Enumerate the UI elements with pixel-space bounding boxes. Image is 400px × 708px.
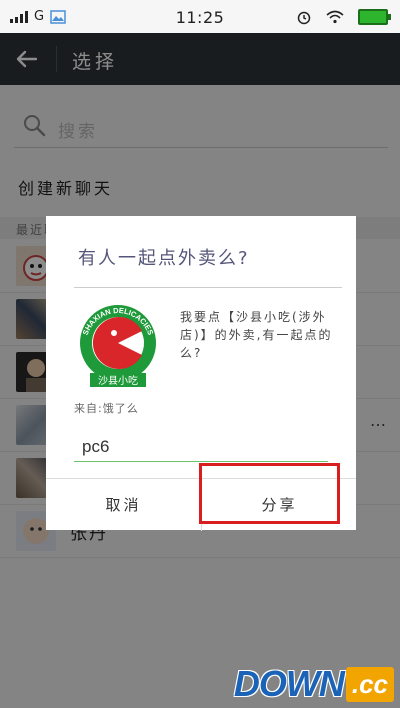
logo-text-bottom: 沙县小吃 <box>98 374 138 387</box>
share-description: 我要点【沙县小吃(涉外店)】的外卖,有一起点的么? <box>180 310 333 360</box>
dialog-title: 有人一起点外卖么? <box>78 248 250 269</box>
shaxian-logo: SHAXIAN DELICACIES 沙县小吃 <box>74 301 162 389</box>
wifi-icon <box>326 10 344 24</box>
source-label: 来自:饿了么 <box>74 402 139 415</box>
alarm-icon <box>297 11 311 25</box>
watermark-suffix: .cc <box>345 666 394 702</box>
status-right <box>296 9 391 25</box>
share-highlight-box <box>199 463 340 524</box>
cancel-button[interactable]: 取消 <box>46 479 202 531</box>
status-bar: G 11:25 <box>0 0 400 33</box>
dialog-divider <box>74 287 342 288</box>
message-input[interactable]: pc6 <box>74 432 328 462</box>
battery-icon <box>358 9 391 25</box>
down-cc-watermark: DOWN .cc <box>233 663 394 704</box>
watermark-main: DOWN <box>233 663 345 704</box>
